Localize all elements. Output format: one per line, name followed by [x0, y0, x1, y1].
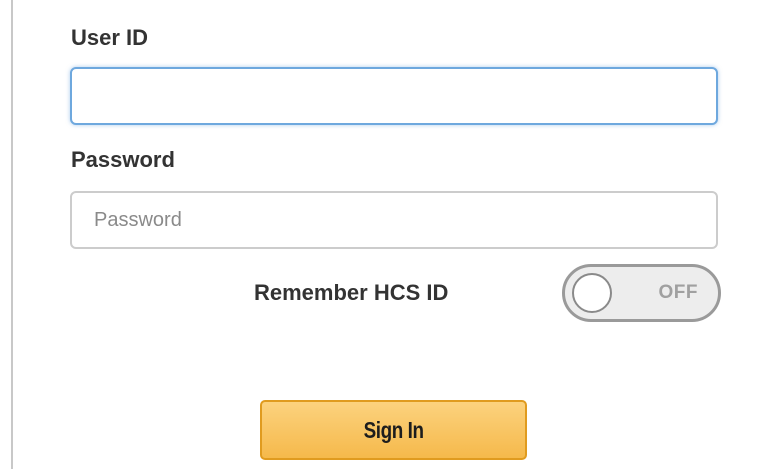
remember-hcs-id-label: Remember HCS ID: [254, 280, 449, 305]
user-id-input[interactable]: [70, 67, 718, 125]
login-form: User ID Password Remember HCS ID OFF Sig…: [0, 0, 760, 469]
password-label: Password: [71, 147, 175, 172]
user-id-label: User ID: [71, 25, 149, 50]
toggle-state-text: OFF: [658, 282, 698, 303]
sign-in-button-label: Sign In: [363, 416, 424, 443]
password-input[interactable]: [70, 191, 718, 249]
toggle-knob: [572, 273, 612, 313]
remember-hcs-id-toggle[interactable]: OFF: [562, 264, 721, 322]
sign-in-button[interactable]: Sign In: [260, 400, 527, 460]
